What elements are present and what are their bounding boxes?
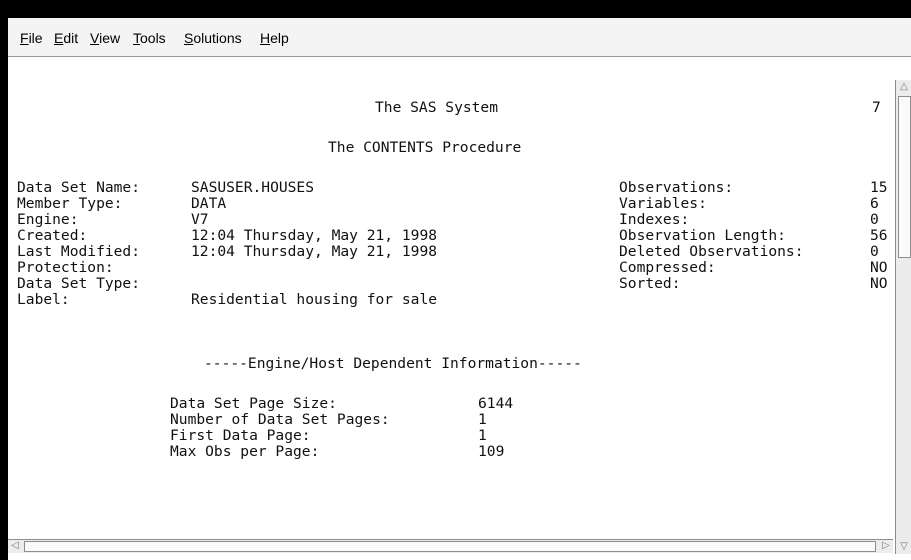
- field-label: Member Type:: [17, 195, 123, 212]
- field-label: Created:: [17, 227, 88, 244]
- field-label: Max Obs per Page:: [170, 443, 320, 460]
- field-value: SASUSER.HOUSES: [191, 179, 315, 196]
- field-label: Observations:: [619, 179, 734, 196]
- menu-edit[interactable]: Edit: [54, 30, 78, 46]
- procedure-title: The CONTENTS Procedure: [328, 139, 522, 156]
- menu-help[interactable]: Help: [260, 30, 289, 46]
- field-value: V7: [191, 211, 209, 228]
- field-label: Engine:: [17, 211, 79, 228]
- field-value: 12:04 Thursday, May 21, 1998: [191, 227, 438, 244]
- page-number: 7: [872, 99, 881, 116]
- field-label: Data Set Page Size:: [170, 395, 337, 412]
- field-label: Data Set Type:: [17, 275, 141, 292]
- field-value: 6144: [478, 395, 514, 412]
- field-value: 0: [870, 211, 879, 228]
- field-value: DATA: [191, 195, 227, 212]
- menu-file[interactable]: File: [20, 30, 43, 46]
- menu-solutions[interactable]: Solutions: [184, 30, 242, 46]
- menubar: File Edit View Tools Solutions Help: [8, 18, 911, 57]
- field-label: Last Modified:: [17, 243, 141, 260]
- down-arrow-icon[interactable]: ▽: [898, 541, 910, 553]
- field-label: Compressed:: [619, 259, 716, 276]
- left-arrow-icon[interactable]: ◁: [9, 540, 21, 552]
- field-value: Residential housing for sale: [191, 291, 438, 308]
- field-label: Protection:: [17, 259, 114, 276]
- field-value: NO: [870, 275, 888, 292]
- engine-section-header: -----Engine/Host Dependent Information--…: [204, 355, 582, 372]
- menu-tools[interactable]: Tools: [133, 30, 166, 46]
- field-label: Observation Length:: [619, 227, 786, 244]
- field-value: 109: [478, 443, 505, 460]
- field-label: Label:: [17, 291, 70, 308]
- field-value: 15: [870, 179, 888, 196]
- system-title: The SAS System: [375, 99, 499, 116]
- output-text-area[interactable]: The SAS System 7 The CONTENTS Procedure …: [8, 57, 893, 537]
- up-arrow-icon[interactable]: △: [898, 81, 910, 93]
- field-value: 0: [870, 243, 879, 260]
- field-label: Indexes:: [619, 211, 690, 228]
- field-value: 1: [478, 411, 487, 428]
- vertical-scrollbar[interactable]: △ ▽: [895, 80, 911, 554]
- field-label: Deleted Observations:: [619, 243, 804, 260]
- field-value: 56: [870, 227, 888, 244]
- field-value: NO: [870, 259, 888, 276]
- field-value: 1: [478, 427, 487, 444]
- horizontal-scroll-thumb[interactable]: [24, 541, 876, 552]
- field-label: Data Set Name:: [17, 179, 141, 196]
- field-value: 12:04 Thursday, May 21, 1998: [191, 243, 438, 260]
- field-label: Number of Data Set Pages:: [170, 411, 390, 428]
- field-label: Sorted:: [619, 275, 681, 292]
- sas-output-window: File Edit View Tools Solutions Help The …: [8, 18, 911, 560]
- vertical-scroll-thumb[interactable]: [898, 96, 911, 258]
- menu-view[interactable]: View: [90, 30, 120, 46]
- right-arrow-icon[interactable]: ▷: [880, 540, 892, 552]
- field-label: Variables:: [619, 195, 707, 212]
- field-label: First Data Page:: [170, 427, 311, 444]
- field-value: 6: [870, 195, 879, 212]
- horizontal-scrollbar[interactable]: ◁ ▷: [8, 539, 893, 553]
